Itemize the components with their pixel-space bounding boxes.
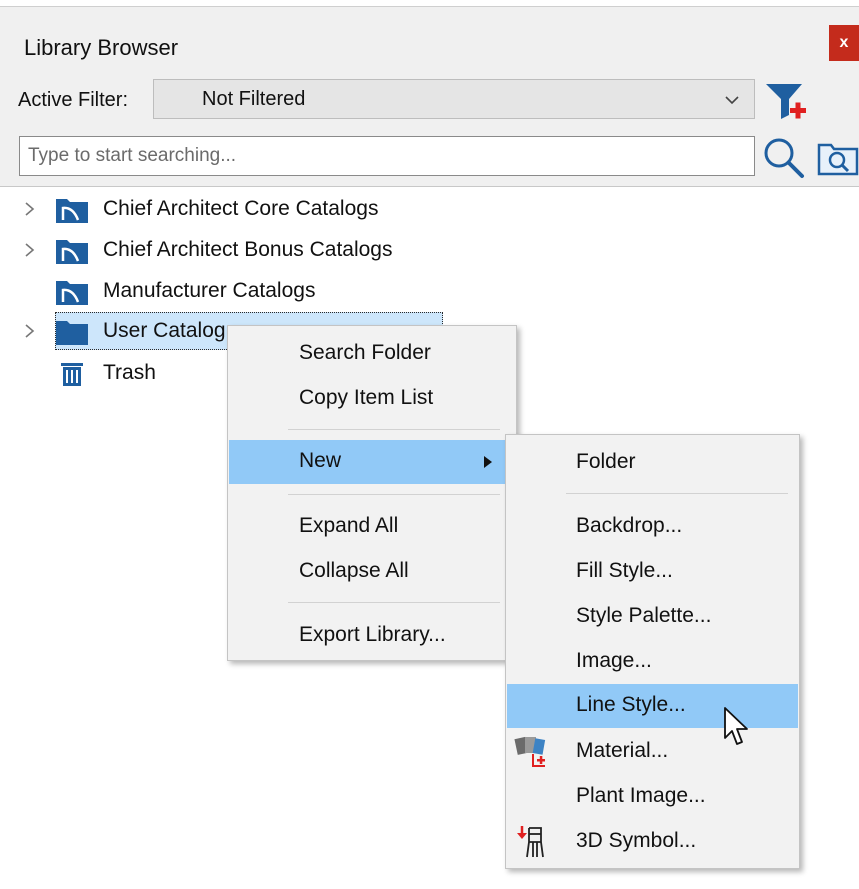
- menu-item-label: Image...: [576, 649, 652, 672]
- submenu-arrow-icon: [484, 456, 492, 468]
- menu-separator: [566, 493, 788, 494]
- tree-item-label: Chief Architect Bonus Catalogs: [103, 238, 393, 261]
- tree-item-label: Chief Architect Core Catalogs: [103, 197, 379, 220]
- menu-separator: [288, 429, 500, 430]
- close-button[interactable]: x: [829, 25, 859, 61]
- menu-item-label: Copy Item List: [299, 386, 434, 409]
- window-top-edge: [0, 0, 859, 7]
- catalog-folder-icon: [56, 240, 88, 264]
- search-input[interactable]: [19, 136, 755, 176]
- menu-item-label: Plant Image...: [576, 784, 706, 807]
- search-icon[interactable]: [760, 134, 806, 180]
- submenu-item-line-style[interactable]: Line Style...: [507, 684, 798, 728]
- menu-item-label: Collapse All: [299, 559, 409, 582]
- menu-item-label: Line Style...: [576, 693, 686, 716]
- folder-search-icon[interactable]: [816, 136, 859, 178]
- menu-item-export-library[interactable]: Export Library...: [229, 614, 515, 658]
- chevron-down-icon: [725, 96, 739, 105]
- menu-item-label: New: [299, 449, 342, 472]
- active-filter-value: Not Filtered: [202, 88, 306, 110]
- mouse-cursor-icon: [724, 707, 748, 745]
- submenu-item-backdrop[interactable]: Backdrop...: [507, 505, 798, 549]
- active-filter-dropdown[interactable]: Not Filtered: [153, 79, 755, 119]
- active-filter-label: Active Filter:: [18, 89, 129, 111]
- chevron-right-icon[interactable]: [20, 198, 40, 220]
- catalog-folder-icon: [56, 281, 88, 305]
- menu-separator: [288, 494, 500, 495]
- submenu-item-plant-image[interactable]: Plant Image...: [507, 775, 798, 819]
- 3d-symbol-icon: [517, 826, 544, 858]
- submenu-item-fill-style[interactable]: Fill Style...: [507, 550, 798, 594]
- tree-item-bonus-catalogs[interactable]: Chief Architect Bonus Catalogs: [0, 232, 450, 268]
- menu-item-label: Material...: [576, 739, 669, 762]
- menu-item-label: Fill Style...: [576, 559, 673, 582]
- submenu-item-style-palette[interactable]: Style Palette...: [507, 595, 798, 639]
- new-submenu: Folder Backdrop... Fill Style... Style P…: [505, 434, 800, 869]
- tree-item-label: Trash: [103, 361, 156, 384]
- menu-item-label: Folder: [576, 450, 636, 473]
- chevron-right-icon[interactable]: [20, 239, 40, 261]
- submenu-item-folder[interactable]: Folder: [507, 441, 798, 485]
- menu-item-label: Expand All: [299, 514, 399, 537]
- tree-item-manufacturer-catalogs[interactable]: Manufacturer Catalogs: [0, 273, 450, 309]
- catalog-folder-icon: [56, 199, 88, 223]
- submenu-item-3d-symbol[interactable]: 3D Symbol...: [507, 820, 798, 864]
- menu-item-copy-item-list[interactable]: Copy Item List: [229, 377, 515, 421]
- menu-item-expand-all[interactable]: Expand All: [229, 505, 515, 549]
- title-bar: Library Browser: [0, 7, 859, 73]
- folder-icon: [56, 321, 88, 345]
- tree-item-label: User Catalog: [103, 319, 226, 342]
- trash-icon: [61, 363, 83, 386]
- menu-item-label: 3D Symbol...: [576, 829, 697, 852]
- menu-item-label: Search Folder: [299, 341, 431, 364]
- menu-item-new[interactable]: New: [229, 440, 515, 484]
- material-icon: [514, 736, 546, 767]
- tree-item-label: Manufacturer Catalogs: [103, 279, 316, 302]
- chevron-right-icon[interactable]: [20, 320, 40, 342]
- tree-item-core-catalogs[interactable]: Chief Architect Core Catalogs: [0, 191, 450, 227]
- menu-item-search-folder[interactable]: Search Folder: [229, 332, 515, 376]
- menu-separator: [288, 602, 500, 603]
- menu-item-label: Export Library...: [299, 623, 446, 646]
- menu-item-label: Style Palette...: [576, 604, 712, 627]
- menu-item-collapse-all[interactable]: Collapse All: [229, 550, 515, 594]
- submenu-item-material[interactable]: Material...: [507, 730, 798, 774]
- window-title: Library Browser: [24, 35, 179, 60]
- add-filter-icon[interactable]: [762, 78, 808, 124]
- menu-item-label: Backdrop...: [576, 514, 683, 537]
- submenu-item-image[interactable]: Image...: [507, 640, 798, 684]
- context-menu: Search Folder Copy Item List New Expand …: [227, 325, 517, 661]
